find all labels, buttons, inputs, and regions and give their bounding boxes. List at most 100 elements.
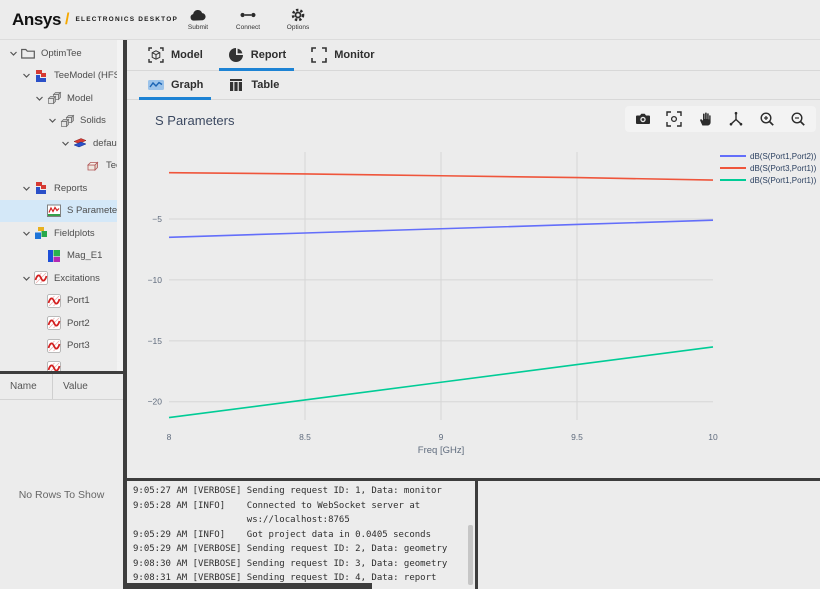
console-horizontal-scrollbar[interactable] [127, 583, 372, 589]
ansys-logo: Ansys / ELECTRONICS DESKTOP [12, 10, 178, 30]
bottom-right-panel [478, 478, 820, 589]
tree-item-excitations[interactable]: Excitations [0, 267, 123, 290]
gear-icon [290, 7, 306, 23]
tree-item-label: TeeModel (HFSS) [54, 70, 123, 82]
tree-item-label: Port2 [67, 317, 90, 329]
properties-empty-text: No Rows To Show [18, 488, 105, 501]
model-icon [147, 46, 165, 64]
x-axis-title: Freq [GHz] [418, 445, 464, 456]
console-panel[interactable]: 9:05:27 AM [VERBOSE] Sending request ID:… [127, 478, 478, 589]
tree-item-port3[interactable]: Port3 [0, 335, 123, 358]
camera-icon [634, 110, 652, 128]
tree-item-fieldplots[interactable]: Fieldplots [0, 222, 123, 245]
tab-model[interactable]: Model [135, 40, 215, 70]
s-parameters-chart[interactable]: −5 −10 −15 −20 8 8.5 9 9.5 10 Freq [GHz] [127, 100, 820, 478]
fieldplot-icon [46, 248, 62, 264]
connect-button[interactable]: Connect [230, 4, 266, 33]
modebar-button-axes[interactable] [727, 110, 745, 128]
console-vertical-scrollbar[interactable] [468, 525, 473, 585]
legend-item[interactable]: dB(S(Port1,Port1)) [720, 174, 816, 186]
x-tick-label: 8.5 [299, 432, 311, 442]
tree-item-label: Reports [54, 182, 88, 194]
scan-icon [665, 110, 683, 128]
tree-item-model[interactable]: Model [0, 87, 123, 110]
tree-item-partial[interactable] [0, 357, 123, 371]
tree-item-port2[interactable]: Port2 [0, 312, 123, 335]
header-action-label: Connect [235, 24, 261, 31]
chart-panel: −5 −10 −15 −20 8 8.5 9 9.5 10 Freq [GHz] S Parame… [127, 100, 820, 478]
brand-slash: / [65, 10, 70, 28]
console-log: 9:05:27 AM [VERBOSE] Sending request ID:… [127, 481, 475, 586]
main-tab-bar: Model Report Monitor [127, 40, 820, 71]
connect-icon [239, 8, 257, 22]
tab-monitor[interactable]: Monitor [298, 40, 386, 70]
excitation-icon [33, 270, 49, 286]
solid-box-icon [85, 158, 101, 174]
chevron-down-icon[interactable] [45, 116, 59, 125]
x-tick-label: 8 [167, 432, 172, 442]
y-tick-label: −5 [152, 214, 162, 224]
chart-modebar [625, 106, 816, 132]
tree-item-solids[interactable]: Solids [0, 110, 123, 133]
legend-item[interactable]: dB(S(Port3,Port1)) [720, 162, 816, 174]
chevron-down-icon[interactable] [32, 94, 46, 103]
tree-item-reports[interactable]: Reports [0, 177, 123, 200]
tree-item-mag-e1[interactable]: Mag_E1 [0, 245, 123, 268]
legend-item[interactable]: dB(S(Port1,Port2)) [720, 150, 816, 162]
chevron-down-icon[interactable] [19, 229, 33, 238]
modebar-button-scan[interactable] [665, 110, 683, 128]
tree-item-port1[interactable]: Port1 [0, 290, 123, 313]
console-log-line: 9:05:27 AM [VERBOSE] Sending request ID:… [133, 486, 442, 496]
tree-item-label: Fieldplots [54, 227, 95, 239]
folder-icon [20, 45, 36, 61]
tree-item-s-parameters[interactable]: S Parameters [0, 199, 123, 222]
axes-icon [727, 110, 745, 128]
chevron-down-icon[interactable] [58, 139, 72, 148]
console-log-line: 9:05:29 AM [INFO] Got project data in 0.… [133, 529, 432, 540]
solids-group-icon [59, 113, 75, 129]
properties-column-name[interactable]: Name [0, 374, 52, 399]
tree-item-tee[interactable]: Tee [0, 155, 123, 178]
hfss-model-icon [33, 68, 49, 84]
tree-item-default[interactable]: default [0, 132, 123, 155]
modebar-button-zoom-out[interactable] [789, 110, 807, 128]
subtab-graph[interactable]: Graph [135, 71, 215, 100]
zoom-out-icon [789, 110, 807, 128]
options-button[interactable]: Options [280, 4, 316, 33]
solids-group-icon [46, 90, 62, 106]
tab-report[interactable]: Report [215, 40, 298, 71]
tab-label: Model [171, 49, 203, 61]
modebar-button-zoom-in[interactable] [758, 110, 776, 128]
project-tree[interactable]: OptimTee TeeModel (HFSS) Model Solids defaul… [0, 40, 123, 371]
subtab-table[interactable]: Table [215, 71, 291, 99]
tree-item-optimtee[interactable]: OptimTee [0, 42, 123, 65]
tree-item-label: Solids [80, 115, 106, 127]
tab-label: Graph [171, 79, 204, 91]
report-subtab-bar: Graph Table [127, 71, 820, 100]
legend-label: dB(S(Port1,Port1)) [750, 175, 817, 185]
console-log-line: 9:05:28 AM [INFO] Connected to WebSocket… [133, 500, 421, 511]
tree-item-label: Excitations [54, 272, 100, 284]
properties-column-value[interactable]: Value [52, 374, 123, 399]
tab-label: Monitor [334, 49, 375, 61]
brand-product: ELECTRONICS DESKTOP [75, 16, 178, 23]
chevron-down-icon[interactable] [19, 184, 33, 193]
tree-item-teemodel-hfss[interactable]: TeeModel (HFSS) [0, 65, 123, 88]
tree-item-label: Port3 [67, 340, 90, 352]
tab-label: Report [250, 49, 287, 61]
tree-item-label: Mag_E1 [67, 250, 103, 262]
legend-swatch [720, 178, 746, 182]
chevron-down-icon[interactable] [19, 274, 33, 283]
submit-button[interactable]: Submit [180, 4, 216, 33]
chevron-down-icon[interactable] [6, 49, 20, 58]
modebar-button-pan[interactable] [696, 110, 714, 128]
modebar-button-camera[interactable] [634, 110, 652, 128]
pan-icon [696, 110, 714, 128]
chevron-down-icon[interactable] [19, 71, 33, 80]
properties-header: Name Value [0, 374, 123, 400]
x-tick-label: 10 [708, 432, 718, 442]
tree-item-label: Port1 [67, 295, 90, 307]
header-action-label: Options [286, 24, 310, 31]
excitation-icon [46, 360, 62, 371]
excitation-icon [46, 315, 62, 331]
